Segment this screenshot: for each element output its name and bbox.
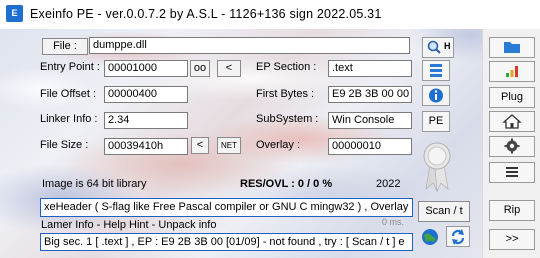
sections-tool-button[interactable] xyxy=(422,60,450,81)
rip-button[interactable]: Rip xyxy=(489,200,535,221)
entry-point-label: Entry Point : xyxy=(40,61,100,73)
open-folder-button[interactable] xyxy=(489,37,535,58)
detection-result-field[interactable]: xeHeader ( S-flag like Free Pascal compi… xyxy=(40,198,413,217)
stats-button[interactable] xyxy=(489,61,535,82)
plug-button[interactable]: Plug xyxy=(489,87,535,108)
file-size-label: File Size : xyxy=(40,139,89,151)
subsystem-field[interactable]: Win Console xyxy=(328,112,412,129)
compile-year: 2022 xyxy=(376,178,401,190)
menu-icon xyxy=(506,167,518,177)
linker-info-label: Linker Info : xyxy=(40,113,98,125)
sections-icon xyxy=(430,64,442,77)
ep-section-label: EP Section : xyxy=(256,61,317,73)
oo-button[interactable]: oo xyxy=(190,60,210,77)
entry-point-back-button[interactable]: < xyxy=(217,60,241,77)
file-name-field[interactable]: dumppe.dll xyxy=(89,37,410,54)
settings-button[interactable] xyxy=(489,136,535,157)
first-bytes-label: First Bytes : xyxy=(256,88,315,100)
ep-section-field[interactable]: .text xyxy=(328,60,412,77)
file-offset-field[interactable]: 00000400 xyxy=(104,86,188,103)
entry-point-field[interactable]: 00001000 xyxy=(104,60,188,77)
medal-icon xyxy=(423,142,451,193)
side-toolbar: Plug Rip >> xyxy=(482,29,540,258)
next-button[interactable]: >> xyxy=(489,229,535,250)
info-tool-button[interactable] xyxy=(422,85,450,106)
linker-info-field[interactable]: 2.34 xyxy=(104,112,188,129)
info-icon xyxy=(429,88,443,103)
res-ovl-text: RES/OVL : 0 / 0 % xyxy=(240,178,333,190)
refresh-icon xyxy=(451,229,465,245)
overlay-field[interactable]: 00000010 xyxy=(328,138,412,155)
folder-icon xyxy=(504,42,520,53)
main-panel: File : dumppe.dll Entry Point : 00001000… xyxy=(0,29,482,258)
first-bytes-field[interactable]: E9 2B 3B 00 00 xyxy=(328,86,412,103)
scan-button[interactable]: Scan / t xyxy=(418,201,470,222)
refresh-button[interactable] xyxy=(446,226,470,247)
window-title: Exeinfo PE - ver.0.0.7.2 by A.S.L - 1126… xyxy=(30,7,382,21)
help-links[interactable]: Lamer Info - Help Hint - Unpack info xyxy=(41,219,216,231)
file-offset-label: File Offset : xyxy=(40,88,97,100)
file-size-back-button[interactable]: < xyxy=(191,137,209,154)
gear-icon xyxy=(504,138,520,154)
signal-bars-icon xyxy=(506,66,518,77)
exeinfo-window: E Exeinfo PE - ver.0.0.7.2 by A.S.L - 11… xyxy=(0,0,540,258)
subsystem-label: SubSystem : xyxy=(256,113,319,125)
hint-field[interactable]: Big sec. 1 [ .text ] , EP : E9 2B 3B 00 … xyxy=(40,233,413,251)
menu-button[interactable] xyxy=(489,162,535,183)
globe-icon[interactable] xyxy=(420,227,440,247)
search-hotkey: H xyxy=(444,41,451,51)
home-icon xyxy=(502,114,522,129)
timing-text: 0 ms. xyxy=(382,217,405,227)
title-bar: E Exeinfo PE - ver.0.0.7.2 by A.S.L - 11… xyxy=(0,0,540,29)
overlay-label: Overlay : xyxy=(256,139,301,151)
file-size-field[interactable]: 00039410h xyxy=(104,138,188,155)
app-icon: E xyxy=(6,5,23,22)
architecture-text: Image is 64 bit library xyxy=(42,178,147,190)
file-open-button[interactable]: File : xyxy=(42,38,88,55)
search-tool-button[interactable]: H xyxy=(422,37,454,58)
net-button[interactable]: NET xyxy=(217,137,241,154)
home-button[interactable] xyxy=(489,111,535,132)
pe-button[interactable]: PE xyxy=(422,111,450,132)
